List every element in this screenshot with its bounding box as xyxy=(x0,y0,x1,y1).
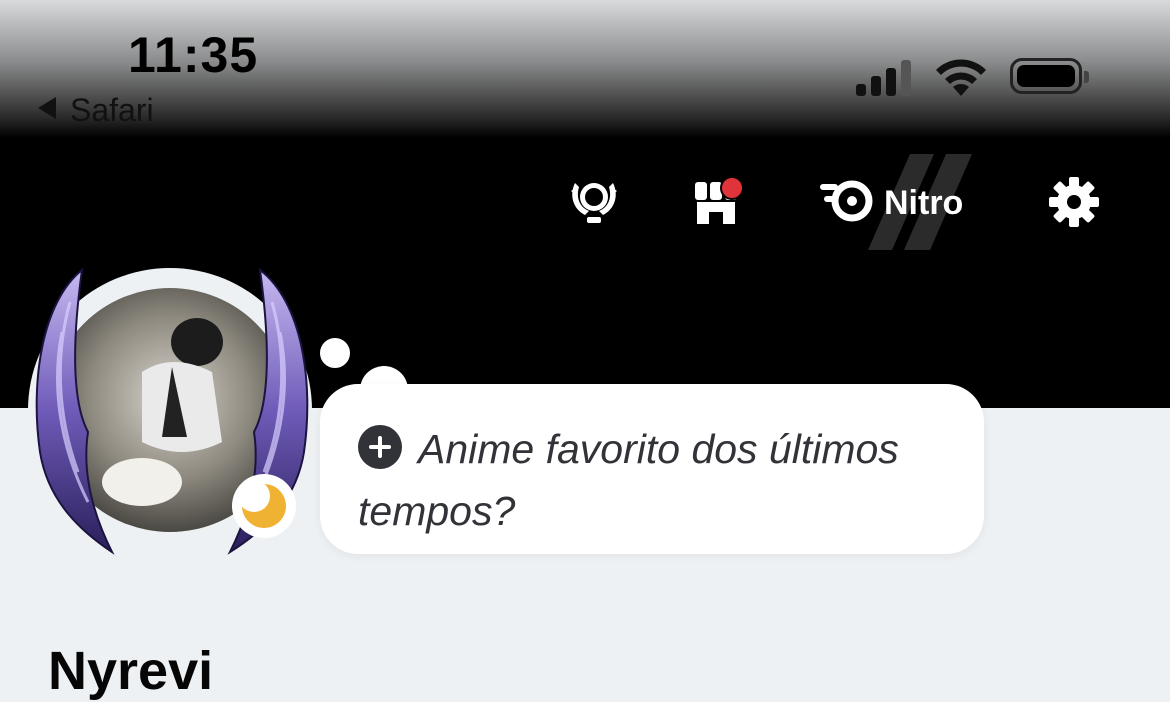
back-arrow-icon xyxy=(38,97,56,119)
battery-icon xyxy=(1010,58,1089,94)
add-icon xyxy=(358,425,402,469)
custom-status-prompt[interactable]: Anime favorito dos últimos tempos? xyxy=(358,418,958,542)
laurel-icon xyxy=(571,183,617,223)
custom-status-placeholder: Anime favorito dos últimos tempos? xyxy=(358,426,899,534)
idle-status-indicator xyxy=(232,474,296,538)
cellular-signal-icon xyxy=(856,60,911,96)
quests-button[interactable] xyxy=(564,170,624,230)
nitro-label: Nitro xyxy=(884,184,964,222)
nitro-button[interactable]: Nitro xyxy=(814,154,984,250)
settings-button[interactable] xyxy=(1044,172,1104,232)
back-label: Safari xyxy=(70,92,154,128)
notification-badge xyxy=(720,176,744,200)
clock-time: 11:35 xyxy=(128,27,259,83)
back-to-safari-link[interactable]: Safari xyxy=(38,92,154,129)
thought-bubble-dot xyxy=(318,336,352,370)
username: Nyrevi xyxy=(48,641,214,701)
nitro-icon xyxy=(820,180,873,222)
ios-status-bar: 11:35 Safari xyxy=(0,0,1170,138)
wifi-icon xyxy=(936,59,986,96)
gear-icon xyxy=(1049,177,1099,227)
moon-icon xyxy=(240,482,286,528)
